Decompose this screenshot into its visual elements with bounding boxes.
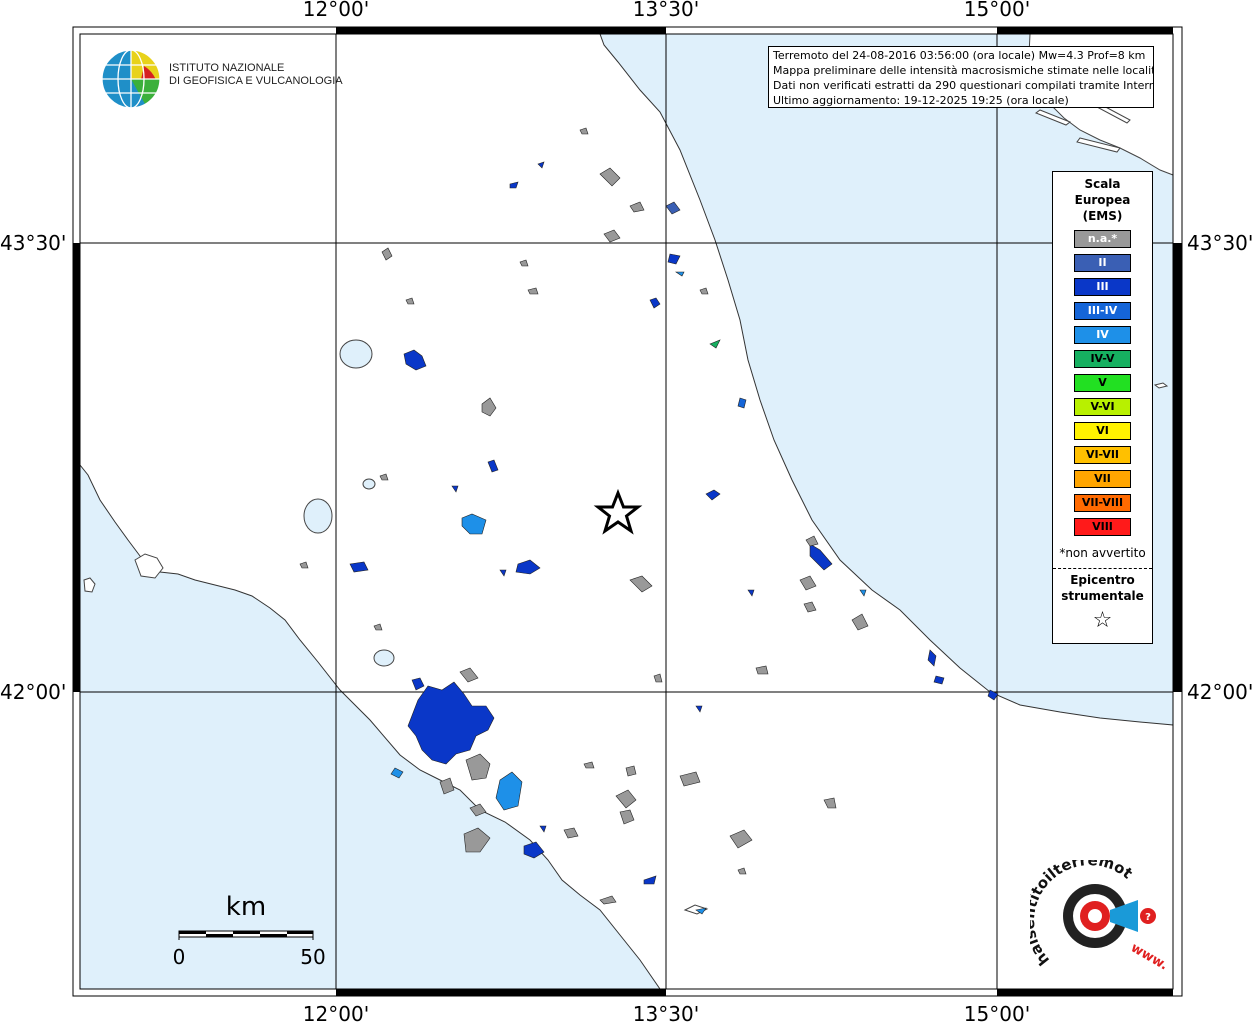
ems-legend: Scala Europea (EMS) n.a.* II III III-IV IV IV… <box>1052 171 1153 644</box>
ingv-name: ISTITUTO NAZIONALE DI GEOFISICA E VULCAN… <box>169 62 343 88</box>
scale-min: 0 <box>173 945 186 969</box>
scale-max: 50 <box>300 945 325 969</box>
coord-bottom-3: 15°00' <box>964 1002 1030 1024</box>
legend-swatch-vii: VII <box>1074 470 1131 488</box>
event-info-box: Terremoto del 24-08-2016 03:56:00 (ora l… <box>768 46 1154 108</box>
event-info-line4: Ultimo aggiornamento: 19-12-2025 19:25 (… <box>773 94 1069 107</box>
lake-small <box>362 478 376 490</box>
globe-icon <box>101 49 161 109</box>
event-info-line1: Terremoto del 24-08-2016 03:56:00 (ora l… <box>773 49 1146 62</box>
coord-top-1: 12°00' <box>303 0 369 21</box>
legend-swatch-vii-viii: VII-VIII <box>1074 494 1131 512</box>
legend-title-line3: (EMS) <box>1082 209 1123 223</box>
coord-left-2: 42°00' <box>0 680 66 704</box>
legend-epicenter-line2: strumentale <box>1061 589 1144 603</box>
legend-swatch-iv-v: IV-V <box>1074 350 1131 368</box>
coord-right-2: 42°00' <box>1187 680 1253 704</box>
legend-swatch-vi: VI <box>1074 422 1131 440</box>
legend-swatch-viii: VIII <box>1074 518 1131 536</box>
legend-note: *non avvertito <box>1059 546 1146 560</box>
legend-epicenter-title: Epicentro strumentale <box>1053 572 1152 604</box>
legend-swatch-iii-iv: III-IV <box>1074 302 1131 320</box>
legend-star-icon: ☆ <box>1092 608 1113 633</box>
scale-unit: km <box>226 892 266 922</box>
legend-title-line2: Europea <box>1074 193 1131 207</box>
ingv-line2: DI GEOFISICA E VULCANOLOGIA <box>169 75 343 87</box>
lake-trasimeno <box>339 339 373 369</box>
lake-bracciano <box>373 649 395 667</box>
legend-swatch-ii: II <box>1074 254 1131 272</box>
haisentito-logo: ? haisentitoilterremoto.it www. <box>1020 846 1180 990</box>
legend-swatch-n-a: n.a.* <box>1074 230 1131 248</box>
coord-bottom-1: 12°00' <box>303 1002 369 1024</box>
area-na <box>625 765 637 777</box>
ingv-line1: ISTITUTO NAZIONALE <box>169 62 285 74</box>
coord-left-1: 43°30' <box>0 231 66 255</box>
lake-bolsena <box>303 498 333 534</box>
legend-swatch-vi-vii: VI-VII <box>1074 446 1131 464</box>
legend-swatch-iii: III <box>1074 278 1131 296</box>
event-info-line2: Mappa preliminare delle intensità macros… <box>773 64 1154 77</box>
event-info-line3: Dati non verificati estratti da 290 ques… <box>773 79 1154 92</box>
legend-epicenter-line1: Epicentro <box>1070 573 1135 587</box>
svg-text:?: ? <box>1145 912 1151 923</box>
legend-swatch-iv: IV <box>1074 326 1131 344</box>
coord-top-3: 15°00' <box>964 0 1030 21</box>
scale-bar: km 0 50 <box>170 888 330 978</box>
ingv-logo: ISTITUTO NAZIONALE DI GEOFISICA E VULCAN… <box>100 48 343 110</box>
legend-swatch-v-vi: V-VI <box>1074 398 1131 416</box>
haisentito-www: www. <box>1128 940 1170 973</box>
legend-title: Scala Europea (EMS) <box>1053 176 1152 224</box>
legend-title-line1: Scala <box>1084 177 1121 191</box>
legend-separator <box>1053 568 1152 569</box>
coord-top-2: 13°30' <box>633 0 699 21</box>
legend-swatch-v: V <box>1074 374 1131 392</box>
coord-right-1: 43°30' <box>1187 231 1253 255</box>
coord-bottom-2: 13°30' <box>633 1002 699 1024</box>
